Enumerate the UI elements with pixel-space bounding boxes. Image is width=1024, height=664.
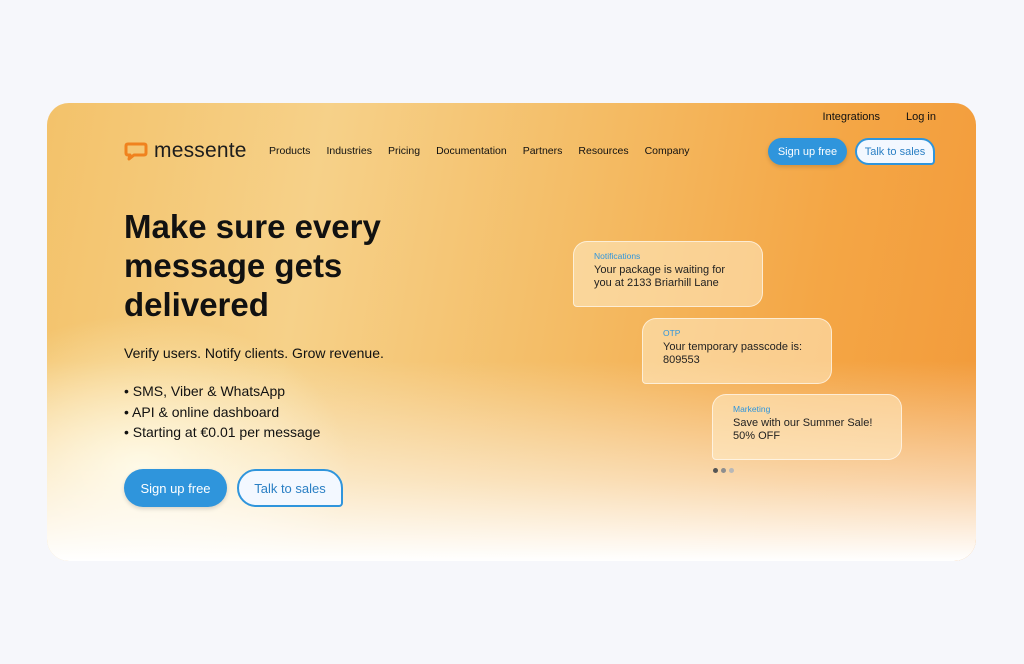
nav-item-company[interactable]: Company [645,145,690,157]
header-talk-to-sales-button[interactable]: Talk to sales [855,138,935,165]
message-bubble-marketing: Marketing Save with our Summer Sale! 50%… [712,394,902,460]
hero-subtitle: Verify users. Notify clients. Grow reven… [124,345,384,361]
nav-item-pricing[interactable]: Pricing [388,145,420,157]
main-nav: Products Industries Pricing Documentatio… [269,145,690,157]
feature-item: Starting at €0.01 per message [124,422,321,443]
nav-item-industries[interactable]: Industries [326,145,372,157]
carousel-dot[interactable] [729,468,734,473]
header-signup-button[interactable]: Sign up free [768,138,847,165]
hero-title: Make sure every message gets delivered [124,208,381,323]
nav-item-partners[interactable]: Partners [523,145,563,157]
feature-item: SMS, Viber & WhatsApp [124,381,320,402]
speech-bubble-logo-icon [124,142,148,161]
nav-item-documentation[interactable]: Documentation [436,145,507,157]
hero-card: Integrations Log in messente Products In… [47,103,976,561]
message-bubble-otp: OTP Your temporary passcode is: 809553 [642,318,832,384]
logo[interactable]: messente [124,139,247,163]
carousel-dot[interactable] [713,468,718,473]
carousel-dot[interactable] [721,468,726,473]
carousel-dots [713,468,734,473]
logo-wordmark: messente [154,139,247,162]
nav-item-resources[interactable]: Resources [578,145,628,157]
integrations-link[interactable]: Integrations [823,111,880,123]
bubble-message: Your package is waiting for you at 2133 … [594,264,726,289]
message-bubble-notifications: Notifications Your package is waiting fo… [573,241,763,307]
bubble-tag: Marketing [733,404,771,414]
nav-item-products[interactable]: Products [269,145,310,157]
bubble-tag: Notifications [594,251,641,261]
hero-signup-button[interactable]: Sign up free [124,469,227,507]
feature-item: API & online dashboard [124,402,320,423]
hero-talk-to-sales-button[interactable]: Talk to sales [237,469,343,507]
feature-list: SMS, Viber & WhatsApp API & online dashb… [124,381,320,443]
top-utility-bar: Integrations Log in [823,111,936,123]
login-link[interactable]: Log in [906,111,936,123]
bubble-message: Your temporary passcode is: 809553 [663,341,802,366]
bubble-message: Save with our Summer Sale! 50% OFF [733,417,873,442]
bubble-tag: OTP [663,328,681,338]
